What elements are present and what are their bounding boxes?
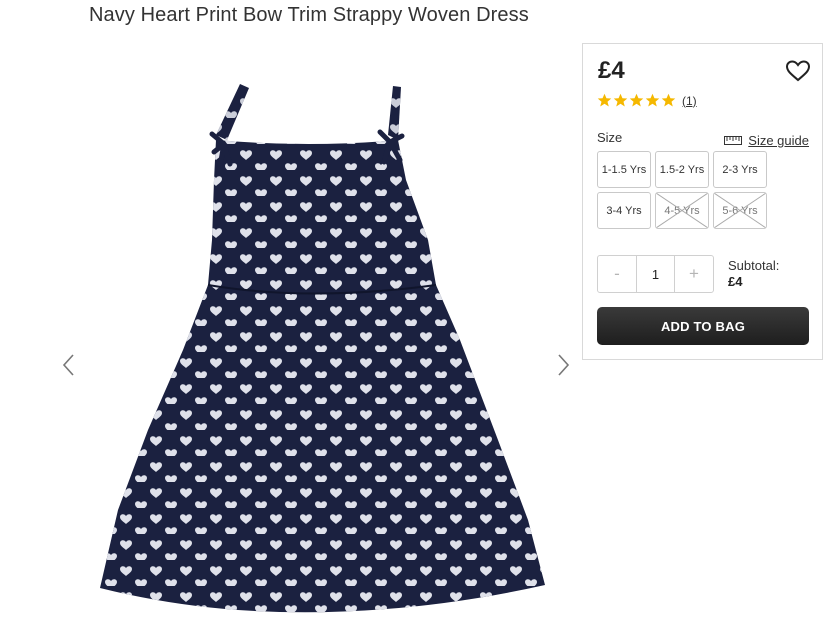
size-options: 1-1.5 Yrs 1.5-2 Yrs 2-3 Yrs 3-4 Yrs 4-5 … [597, 151, 772, 229]
size-option-unavailable[interactable]: 5-6 Yrs [713, 192, 767, 229]
strikethrough-icon [714, 193, 766, 228]
size-option[interactable]: 1.5-2 Yrs [655, 151, 709, 188]
subtotal: Subtotal: £4 [728, 258, 779, 290]
size-label: Size [597, 130, 623, 145]
star-icon [645, 93, 660, 107]
star-rating: (1) [597, 93, 697, 108]
quantity-input[interactable]: 1 [636, 256, 675, 292]
size-option[interactable]: 2-3 Yrs [713, 151, 767, 188]
heart-outline-icon[interactable] [785, 59, 811, 83]
dress-illustration [100, 84, 545, 613]
size-option[interactable]: 3-4 Yrs [597, 192, 651, 229]
star-icon [629, 93, 644, 107]
subtotal-label: Subtotal: [728, 258, 780, 273]
size-option-unavailable[interactable]: 4-5 Yrs [655, 192, 709, 229]
add-to-bag-button[interactable]: ADD TO BAG [597, 307, 809, 345]
chevron-left-icon[interactable] [59, 352, 79, 378]
strikethrough-icon [656, 193, 708, 228]
size-option-label: 2-3 Yrs [722, 163, 758, 176]
increase-quantity-button[interactable]: + [675, 256, 713, 292]
star-icon [613, 93, 628, 107]
review-count-link[interactable]: (1) [682, 94, 697, 108]
size-option[interactable]: 1-1.5 Yrs [597, 151, 651, 188]
quantity-stepper: - 1 + [597, 255, 714, 293]
product-image [88, 40, 558, 625]
price: £4 [598, 57, 625, 84]
subtotal-value: £4 [728, 274, 743, 289]
decrease-quantity-button[interactable]: - [598, 256, 636, 292]
purchase-panel: £4 (1) Size Size guide 1-1.5 Yrs 1.5-2 Y… [582, 43, 823, 360]
ruler-icon [724, 136, 743, 145]
star-icon [661, 93, 676, 107]
size-guide-link[interactable]: Size guide [724, 133, 809, 148]
star-icon [597, 93, 612, 107]
size-option-label: 1-1.5 Yrs [601, 163, 647, 176]
size-option-label: 1.5-2 Yrs [659, 163, 705, 176]
size-option-label: 3-4 Yrs [606, 204, 642, 217]
size-guide-label: Size guide [748, 133, 809, 148]
product-title: Navy Heart Print Bow Trim Strappy Woven … [89, 4, 529, 26]
